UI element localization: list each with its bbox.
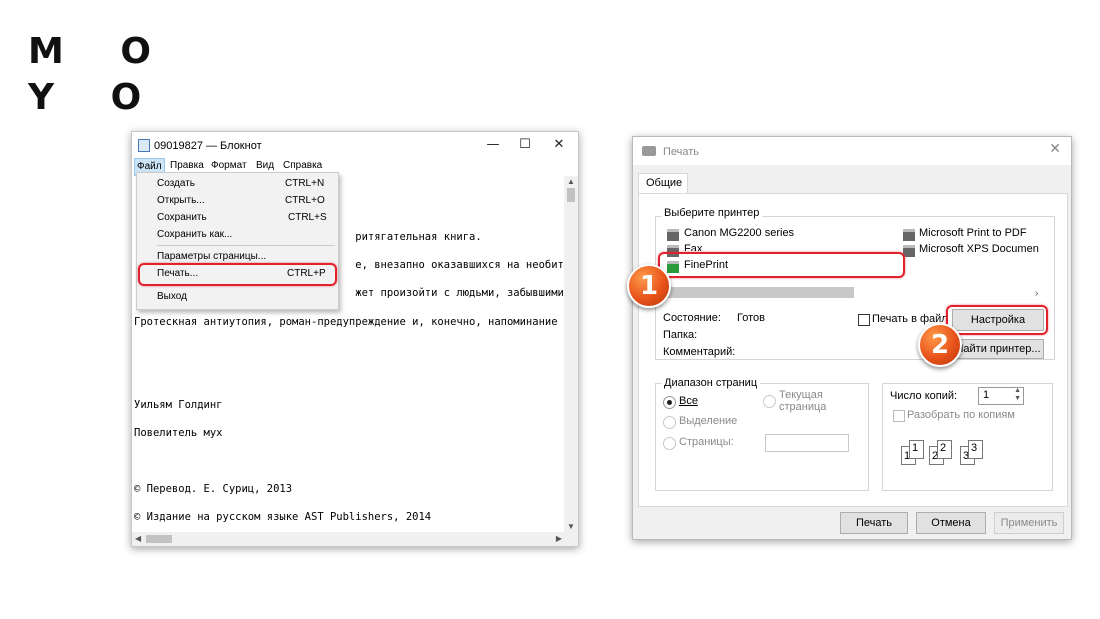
close-button[interactable]: ✕ <box>542 134 576 156</box>
vertical-scrollbar[interactable]: ▲ ▼ <box>564 176 578 532</box>
copies-value: 1 <box>983 389 990 401</box>
status-value: Готов <box>737 312 765 324</box>
print-to-file-checkbox[interactable] <box>858 314 870 326</box>
range-current-radio[interactable] <box>763 395 776 408</box>
shortcut-save: CTRL+S <box>288 212 327 223</box>
range-current-label: Текущая страница <box>779 389 827 413</box>
menu-item-exit[interactable]: Выход <box>157 291 187 302</box>
menu-item-save[interactable]: Сохранить <box>157 212 207 223</box>
range-selection-label: Выделение <box>679 415 738 427</box>
general-panel: Выберите принтер Canon MG2200 series Fax… <box>638 193 1068 507</box>
shortcut-open: CTRL+O <box>285 195 325 206</box>
print-button[interactable]: Печать <box>840 512 908 534</box>
menu-item-save-as[interactable]: Сохранить как... <box>157 229 232 240</box>
close-icon[interactable]: ✕ <box>1049 141 1061 157</box>
print-dialog-title-bar: Печать ✕ <box>633 137 1071 165</box>
range-pages-radio[interactable] <box>663 437 676 450</box>
cancel-button[interactable]: Отмена <box>916 512 986 534</box>
menu-item-open[interactable]: Открыть... <box>157 195 205 206</box>
folder-label: Папка: <box>663 329 698 341</box>
step-2-badge: 2 <box>918 323 962 367</box>
menu-view[interactable]: Вид <box>256 160 274 171</box>
fineprint-highlight <box>658 252 905 278</box>
scroll-down-icon[interactable]: ▼ <box>567 522 575 531</box>
menu-format[interactable]: Формат <box>211 160 247 171</box>
range-all-label: Все <box>679 395 698 407</box>
pages-input[interactable] <box>765 434 849 452</box>
collate-checkbox[interactable] <box>893 410 905 422</box>
printer-ms-xps[interactable]: Microsoft XPS Documen <box>919 243 1039 255</box>
print-dialog: Печать ✕ Общие Выберите принтер Canon MG… <box>632 136 1072 540</box>
select-printer-label: Выберите принтер <box>661 207 763 219</box>
comment-label: Комментарий: <box>663 346 736 358</box>
collate-label: Разобрать по копиям <box>907 409 1015 421</box>
chevron-right-icon[interactable]: › <box>1035 288 1038 299</box>
range-all-radio[interactable] <box>663 396 676 409</box>
printer-fax[interactable]: Fax <box>684 243 702 251</box>
printer-ms-pdf[interactable]: Microsoft Print to PDF <box>919 227 1027 239</box>
printer-list-scroll-thumb[interactable] <box>664 287 854 298</box>
menu-separator <box>157 245 335 246</box>
text-line: © Перевод. Е. Суриц, 2013 <box>134 483 293 495</box>
copies-stepper[interactable]: 1 ▲ ▼ <box>978 387 1024 405</box>
printer-canon[interactable]: Canon MG2200 series <box>684 227 794 239</box>
tab-general-label: Общие <box>646 177 683 189</box>
horizontal-scroll-thumb[interactable] <box>146 535 172 543</box>
notepad-title-bar: 09019827 — Блокнот — ☐ ✕ <box>132 132 578 158</box>
apply-button[interactable]: Применить <box>994 512 1064 534</box>
logo-line-2: Y O <box>28 77 164 118</box>
print-item-highlight <box>138 263 337 286</box>
scroll-up-icon[interactable]: ▲ <box>567 177 575 186</box>
printer-icon <box>667 229 679 241</box>
range-selection-radio[interactable] <box>663 416 676 429</box>
range-pages-label: Страницы: <box>679 436 734 448</box>
printer-icon <box>903 245 915 257</box>
collate-page-number: 3 <box>971 442 978 454</box>
status-label: Состояние: <box>663 312 721 324</box>
printer-icon <box>642 146 656 156</box>
notepad-title: 09019827 — Блокнот <box>154 140 262 152</box>
moyo-logo: M O Y O <box>28 28 173 120</box>
collate-page-number: 1 <box>912 442 919 454</box>
logo-line-1: M O <box>28 31 173 72</box>
vertical-scroll-thumb[interactable] <box>567 188 575 202</box>
find-printer-button[interactable]: Найти принтер... <box>952 339 1044 359</box>
menu-item-new[interactable]: Создать <box>157 178 195 189</box>
settings-highlight <box>946 305 1048 335</box>
scroll-right-icon[interactable]: ▶ <box>556 534 562 543</box>
step-1-badge: 1 <box>627 264 671 308</box>
scroll-left-icon[interactable]: ◀ <box>135 534 141 543</box>
maximize-button[interactable]: ☐ <box>508 134 542 156</box>
text-line: Уильям Голдинг <box>134 399 223 411</box>
horizontal-scrollbar[interactable]: ◀ ▶ <box>132 532 578 546</box>
copies-label: Число копий: <box>890 390 958 402</box>
menu-edit[interactable]: Правка <box>170 160 204 171</box>
text-line: Гротескная антиутопия, роман-предупрежде… <box>134 316 571 328</box>
menu-help[interactable]: Справка <box>283 160 322 171</box>
minimize-button[interactable]: — <box>476 134 510 156</box>
shortcut-new: CTRL+N <box>285 178 325 189</box>
collate-page-number: 2 <box>940 442 947 454</box>
notepad-icon <box>138 139 150 152</box>
file-menu-dropdown: Создать CTRL+N Открыть... CTRL+O Сохрани… <box>136 172 339 310</box>
page-range-label: Диапазон страниц <box>661 377 761 389</box>
menu-item-page-setup[interactable]: Параметры страницы... <box>157 251 266 262</box>
print-dialog-title: Печать <box>663 146 700 158</box>
text-line: © Издание на русском языке AST Publisher… <box>134 511 432 523</box>
stepper-arrows-icon[interactable]: ▲ ▼ <box>1014 387 1021 403</box>
text-line: Повелитель мух <box>134 427 223 439</box>
printer-icon <box>903 229 915 241</box>
tab-general[interactable]: Общие <box>638 173 688 194</box>
